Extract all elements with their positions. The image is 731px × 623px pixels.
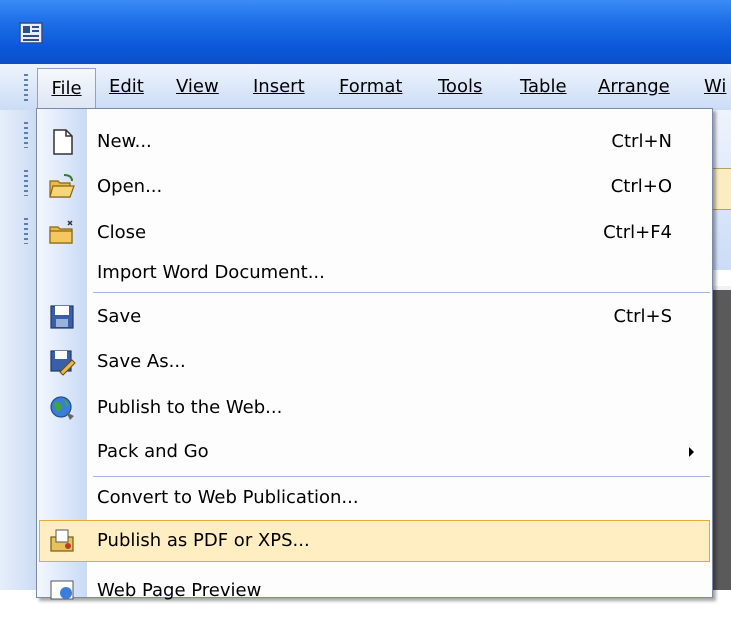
menu-item-convert-web[interactable]: Convert to Web Publication... — [37, 478, 712, 518]
menu-item-label: Web Page Preview — [97, 580, 262, 601]
background-workspace — [713, 290, 731, 590]
menu-tools[interactable]: Tools — [438, 64, 482, 110]
menu-item-label: Import Word Document... — [97, 262, 325, 283]
title-bar — [0, 0, 731, 64]
menu-table[interactable]: Table — [520, 64, 567, 110]
menubar-grip[interactable] — [24, 74, 28, 102]
save-disk-icon — [48, 303, 76, 331]
menu-item-web-page-preview[interactable]: Web Page Preview — [37, 568, 712, 614]
toolbar-grip[interactable] — [24, 122, 28, 148]
close-folder-icon — [48, 219, 76, 247]
open-folder-icon — [48, 173, 76, 201]
menu-window[interactable]: Wi — [704, 64, 726, 110]
menu-item-label: Pack and Go — [97, 441, 209, 462]
menu-item-save[interactable]: Save Ctrl+S — [37, 295, 712, 339]
file-menu-dropdown: New... Ctrl+N Open... Ctrl+O Close Ctrl+… — [36, 108, 713, 601]
menu-item-label: Convert to Web Publication... — [97, 487, 359, 508]
menu-edit[interactable]: Edit — [109, 64, 144, 110]
menu-separator — [93, 476, 710, 477]
menu-item-save-as[interactable]: Save As... — [37, 339, 712, 385]
menu-item-publish-web[interactable]: Publish to the Web... — [37, 385, 712, 431]
menu-item-label: Publish as PDF or XPS... — [97, 530, 310, 551]
menu-item-label: Publish to the Web... — [97, 397, 283, 418]
menu-item-shortcut: Ctrl+N — [611, 131, 672, 152]
save-as-icon — [48, 348, 76, 376]
menu-item-close[interactable]: Close Ctrl+F4 — [37, 210, 712, 256]
menu-item-shortcut: Ctrl+F4 — [603, 222, 672, 243]
menu-format[interactable]: Format — [339, 64, 402, 110]
new-document-icon — [48, 128, 76, 156]
menu-view[interactable]: View — [176, 64, 219, 110]
menu-item-shortcut: Ctrl+S — [613, 306, 672, 327]
publisher-app-icon[interactable] — [19, 22, 43, 44]
menu-item-pack-and-go[interactable]: Pack and Go — [37, 431, 712, 473]
menu-item-label: New... — [97, 131, 152, 152]
menu-file[interactable]: File — [37, 68, 96, 110]
menu-arrange[interactable]: Arrange — [598, 64, 670, 110]
menu-item-label: Close — [97, 222, 147, 243]
web-preview-icon — [48, 577, 76, 605]
toolbar-grip[interactable] — [24, 170, 28, 196]
menu-item-new[interactable]: New... Ctrl+N — [37, 120, 712, 164]
toolbar-grip[interactable] — [24, 218, 28, 244]
menu-separator — [93, 292, 710, 293]
globe-icon — [48, 394, 76, 422]
menu-bar: File Edit View Insert Format Tools Table… — [0, 64, 731, 110]
menu-item-shortcut: Ctrl+O — [610, 176, 672, 197]
menu-item-open[interactable]: Open... Ctrl+O — [37, 164, 712, 210]
background-field — [713, 168, 731, 210]
menu-item-label: Open... — [97, 176, 163, 197]
submenu-arrow-icon — [689, 447, 694, 457]
pdf-export-icon — [48, 527, 76, 555]
menu-item-import-word[interactable]: Import Word Document... — [37, 256, 712, 290]
menu-item-publish-pdf-xps[interactable]: Publish as PDF or XPS... — [37, 518, 712, 564]
menu-item-label: Save As... — [97, 351, 186, 372]
menu-insert[interactable]: Insert — [253, 64, 305, 110]
menu-item-label: Save — [97, 306, 142, 327]
